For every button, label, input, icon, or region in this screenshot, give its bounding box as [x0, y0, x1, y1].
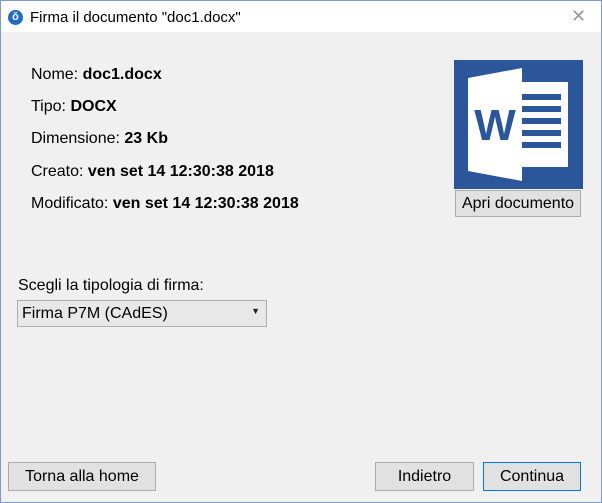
- size-label: Dimensione:: [31, 130, 120, 147]
- title-bar: ǒ Firma il documento "doc1.docx" ✕: [1, 1, 601, 32]
- app-icon: ǒ: [8, 10, 23, 25]
- signature-type-select[interactable]: Firma P7M (CAdES) ▼: [17, 300, 267, 327]
- close-button[interactable]: ✕: [556, 1, 601, 32]
- created-label: Creato:: [31, 163, 84, 180]
- size-value: 23 Kb: [124, 130, 168, 147]
- info-type: Tipo: DOCX: [31, 98, 117, 116]
- info-size: Dimensione: 23 Kb: [31, 130, 168, 148]
- signature-type-label: Scegli la tipologia di firma:: [18, 277, 204, 294]
- info-created: Creato: ven set 14 12:30:38 2018: [31, 163, 274, 181]
- word-document-icon: W: [454, 60, 583, 189]
- name-value: doc1.docx: [82, 66, 162, 83]
- close-icon: ✕: [570, 6, 587, 26]
- back-button[interactable]: Indietro: [375, 462, 474, 491]
- signature-type-value: Firma P7M (CAdES): [22, 305, 168, 322]
- type-value: DOCX: [70, 98, 117, 115]
- modified-value: ven set 14 12:30:38 2018: [112, 195, 299, 212]
- created-value: ven set 14 12:30:38 2018: [87, 163, 274, 180]
- name-label: Nome:: [31, 66, 79, 83]
- dropdown-arrow-icon: ▼: [251, 306, 260, 316]
- continue-button[interactable]: Continua: [483, 462, 581, 491]
- modified-label: Modificato:: [31, 195, 109, 212]
- type-label: Tipo:: [31, 98, 66, 115]
- word-letter: W: [474, 101, 516, 150]
- back-to-home-button[interactable]: Torna alla home: [8, 462, 156, 491]
- info-name: Nome: doc1.docx: [31, 66, 162, 84]
- sign-document-dialog: ǒ Firma il documento "doc1.docx" ✕ Nome:…: [0, 0, 602, 503]
- info-modified: Modificato: ven set 14 12:30:38 2018: [31, 195, 299, 213]
- window-title: Firma il documento "doc1.docx": [30, 9, 241, 26]
- open-document-button[interactable]: Apri documento: [455, 190, 581, 217]
